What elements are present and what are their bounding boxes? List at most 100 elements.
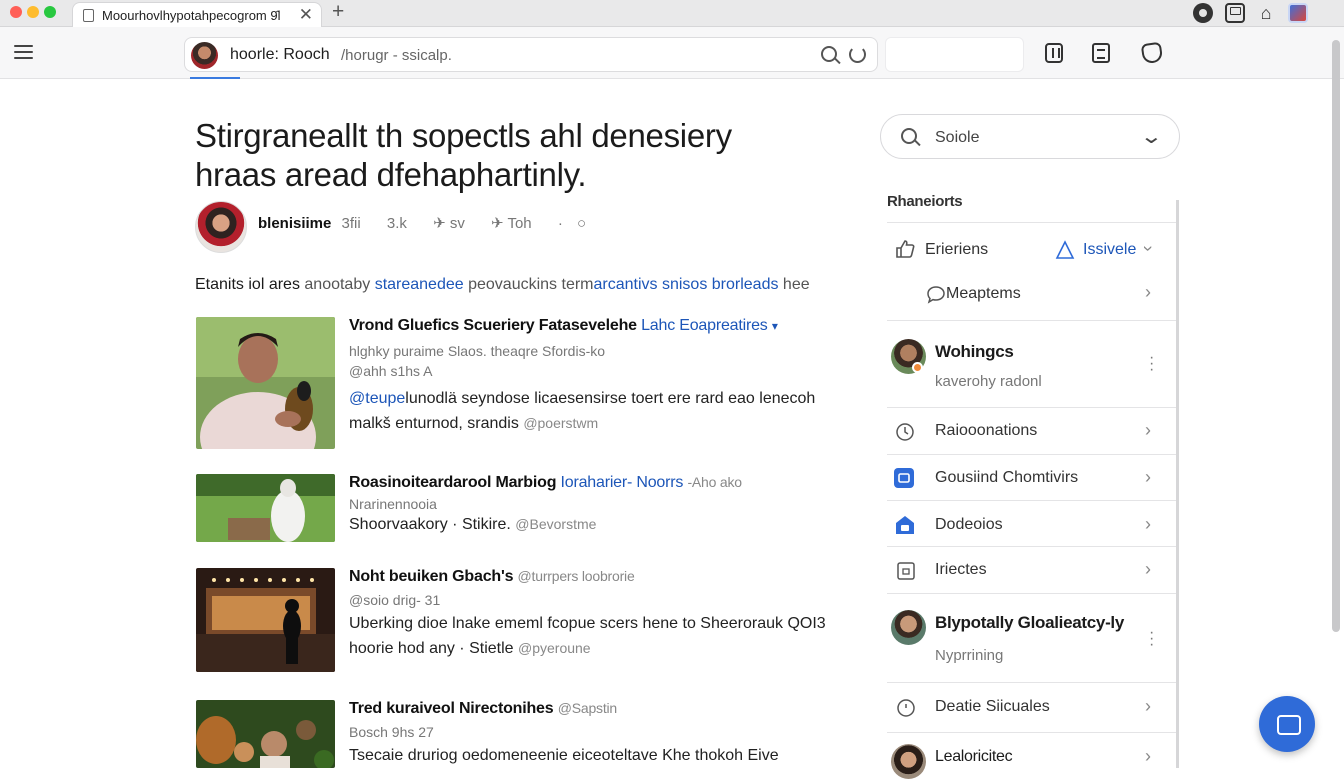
feed-thumbnail[interactable] bbox=[196, 474, 335, 542]
sidebar-item-label[interactable]: Meaptems bbox=[946, 285, 1021, 303]
divider bbox=[887, 320, 1176, 321]
chevron-down-icon[interactable]: › bbox=[1138, 246, 1159, 252]
profile-avatar[interactable] bbox=[1288, 3, 1308, 23]
search-icon bbox=[901, 128, 917, 144]
sidebar-item-label[interactable]: Raiooonations bbox=[935, 422, 1037, 440]
author-avatar[interactable] bbox=[195, 201, 247, 253]
feed-title-text[interactable]: Vrond Gluefics Scueriery Fatasevelehe bbox=[349, 317, 637, 334]
feed-item-title[interactable]: Noht beuiken Gbach's @turrpers loobrorie bbox=[349, 568, 839, 586]
chat-icon[interactable] bbox=[1259, 696, 1315, 752]
reader-icon[interactable] bbox=[1045, 43, 1063, 63]
feed-title-link[interactable]: Ioraharier- Noorrs bbox=[561, 474, 684, 491]
chevron-right-icon[interactable]: › bbox=[1145, 467, 1151, 488]
mention-link[interactable]: @teupe bbox=[349, 390, 405, 407]
feed-item-title[interactable]: Tred kuraiveol Nirectonihes @Sapstin bbox=[349, 700, 839, 718]
extension-screenshot-icon[interactable] bbox=[1225, 3, 1245, 23]
clock-icon: ○ bbox=[577, 215, 587, 232]
lead-paragraph: Etanits iol ares anootaby stareanedee pe… bbox=[195, 276, 810, 294]
chevron-down-icon[interactable]: ▾ bbox=[772, 319, 778, 333]
sidebar-user-name[interactable]: Blypotally Gloalieatcy-ly bbox=[935, 613, 1124, 633]
sidebar-item-label[interactable]: Dodeoios bbox=[935, 516, 1003, 534]
chevron-right-icon[interactable]: › bbox=[1145, 420, 1151, 441]
page-title: Stirgraneallt th sopectls ahl denesiery … bbox=[195, 116, 815, 194]
feed-body-text: malkš enturnod, srandis bbox=[349, 415, 519, 432]
reload-icon[interactable] bbox=[849, 46, 866, 63]
browser-toolbar: hoorle: Rooch /horugr - ssicalp. bbox=[0, 27, 1344, 79]
feed-item-meta: @ahh s1hs A bbox=[349, 363, 433, 379]
feed-handle[interactable]: @turrpers loobrorie bbox=[518, 568, 635, 584]
page-scrollbar[interactable] bbox=[1332, 40, 1340, 632]
extension-record-icon[interactable] bbox=[1193, 3, 1213, 23]
sidebar-item-label[interactable]: Deatie Siicuales bbox=[935, 698, 1050, 716]
lead-text-4: hee bbox=[782, 276, 810, 293]
feed-thumbnail[interactable] bbox=[196, 568, 335, 672]
shield-icon[interactable] bbox=[1140, 41, 1164, 65]
maximize-window-button[interactable] bbox=[44, 6, 56, 18]
feed-title-text[interactable]: Roasinoiteardarool Marbiog bbox=[349, 474, 556, 491]
feed-thumbnail[interactable] bbox=[196, 700, 335, 768]
status-badge bbox=[912, 362, 923, 373]
sidebar-user-sub: kaverohy radonl bbox=[935, 373, 1042, 390]
feed-item-title[interactable]: Roasinoiteardarool Marbiog Ioraharier- N… bbox=[349, 474, 839, 492]
chevron-down-icon[interactable]: ⌄ bbox=[1140, 124, 1163, 149]
extension-home-icon[interactable]: ⌂ bbox=[1256, 3, 1276, 23]
feed-title-link[interactable]: Lahc Eoapreatires bbox=[641, 317, 768, 334]
divider bbox=[887, 546, 1176, 547]
feed-item-body: @teupelunodlä seyndose licaesensirse toe… bbox=[349, 387, 839, 436]
avatar[interactable] bbox=[891, 610, 926, 645]
sidebar-search[interactable]: Soiole ⌄ bbox=[880, 114, 1180, 159]
sidebar-item-label[interactable]: Erieriens bbox=[925, 241, 988, 259]
feed-handle[interactable]: @Bevorstme bbox=[515, 516, 596, 532]
chevron-right-icon[interactable]: › bbox=[1145, 514, 1151, 535]
feed-item[interactable]: Noht beuiken Gbach's @turrpers loobrorie… bbox=[196, 568, 836, 672]
feed-handle[interactable]: @pyeroune bbox=[518, 640, 591, 656]
feed-body-text: Shoorvaakory · Stikire. bbox=[349, 516, 511, 533]
chevron-right-icon[interactable]: › bbox=[1145, 559, 1151, 580]
headline-line-1: Stirgraneallt th sopectls ahl denesiery bbox=[195, 117, 732, 154]
byline-dot: · bbox=[557, 215, 563, 232]
address-bar[interactable]: hoorle: Rooch /horugr - ssicalp. bbox=[184, 37, 878, 72]
feed-handle[interactable]: @poerstwm bbox=[523, 415, 598, 431]
divider bbox=[887, 500, 1176, 501]
feed-item-text: Noht beuiken Gbach's @turrpers loobrorie… bbox=[349, 568, 839, 661]
minimize-window-button[interactable] bbox=[27, 6, 39, 18]
feed-title-text[interactable]: Noht beuiken Gbach's bbox=[349, 568, 513, 585]
browser-tab[interactable]: Moourhovlhypotahpecogrom 9̂l ✕ bbox=[72, 2, 322, 27]
feed-item[interactable]: Tred kuraiveol Nirectonihes @Sapstin Bos… bbox=[196, 700, 836, 768]
timer-icon bbox=[896, 698, 916, 718]
sidebar-user-name[interactable]: Wohingcs bbox=[935, 342, 1014, 362]
secondary-input[interactable] bbox=[885, 37, 1024, 72]
feed-handle[interactable]: @Sapstin bbox=[558, 700, 618, 716]
chevron-right-icon[interactable]: › bbox=[1145, 696, 1151, 717]
more-icon[interactable]: · · · bbox=[1149, 350, 1154, 378]
feed-item-body: Tsecaie druriog oedomeneenie eiceoteltav… bbox=[349, 744, 839, 768]
more-icon[interactable]: · · · bbox=[1149, 625, 1154, 653]
author-name[interactable]: blenisiime bbox=[258, 215, 331, 232]
search-icon[interactable] bbox=[821, 46, 837, 62]
notes-icon[interactable] bbox=[1092, 43, 1110, 63]
sidebar-scrollbar[interactable] bbox=[1176, 200, 1179, 768]
lead-link-1[interactable]: stareanedee bbox=[375, 276, 464, 293]
feed-body-text: Tsecaie druriog oedomeneenie eiceoteltav… bbox=[349, 747, 779, 764]
hamburger-icon[interactable] bbox=[14, 45, 33, 59]
sidebar-item-action[interactable]: Issivele bbox=[1083, 241, 1136, 259]
sidebar-heading: Rhaneiorts bbox=[887, 193, 963, 210]
sidebar-item-label[interactable]: Iriectes bbox=[935, 561, 987, 579]
lead-link-2[interactable]: arcantivs snisos brorleads bbox=[594, 276, 779, 293]
chevron-right-icon[interactable]: › bbox=[1145, 282, 1151, 303]
byline-meta-4[interactable]: ✈ Toh bbox=[491, 215, 532, 232]
new-tab-button[interactable]: + bbox=[332, 0, 344, 24]
close-window-button[interactable] bbox=[10, 6, 22, 18]
feed-item-title[interactable]: Vrond Gluefics Scueriery Fatasevelehe La… bbox=[349, 317, 839, 335]
tab-close-icon[interactable]: ✕ bbox=[299, 5, 313, 25]
feed-item[interactable]: Vrond Gluefics Scueriery Fatasevelehe La… bbox=[196, 317, 836, 449]
byline-meta-3[interactable]: ✈ sv bbox=[433, 215, 465, 232]
divider bbox=[887, 682, 1176, 683]
sidebar-user-name[interactable]: Lealoricitec bbox=[935, 748, 1013, 766]
chevron-right-icon[interactable]: › bbox=[1145, 746, 1151, 767]
avatar[interactable] bbox=[891, 744, 926, 779]
sidebar-item-label[interactable]: Gousiind Chomtivirs bbox=[935, 469, 1078, 487]
feed-title-text[interactable]: Tred kuraiveol Nirectonihes bbox=[349, 700, 554, 717]
feed-thumbnail[interactable] bbox=[196, 317, 335, 449]
feed-item[interactable]: Roasinoiteardarool Marbiog Ioraharier- N… bbox=[196, 474, 836, 542]
